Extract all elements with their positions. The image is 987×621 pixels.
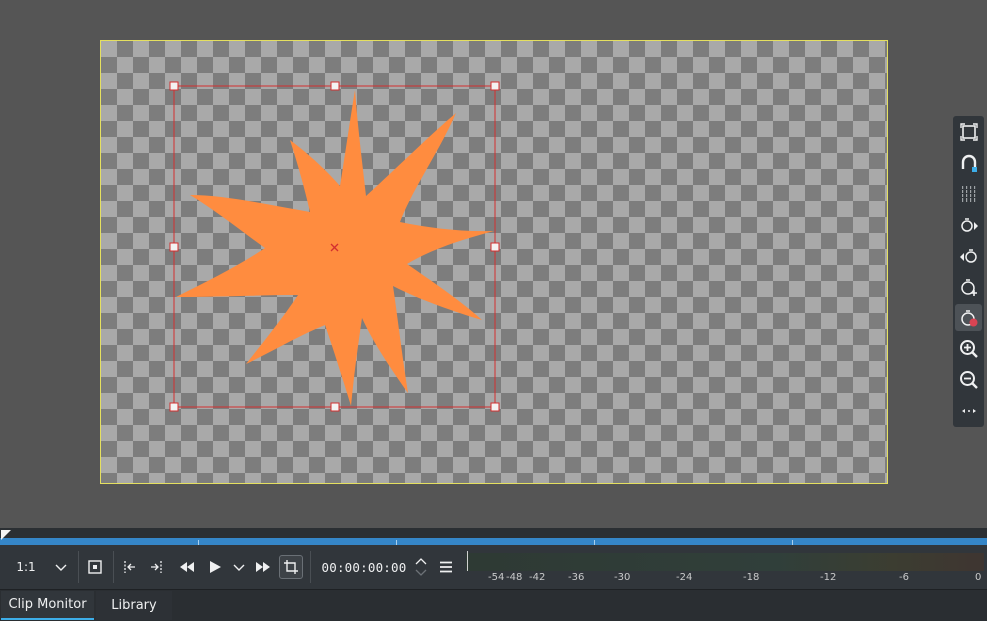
meter-label: -6 (899, 572, 909, 583)
magnet-snap-icon[interactable] (955, 149, 982, 176)
meter-label: -42 (529, 572, 546, 583)
audio-meter-marker (467, 551, 468, 571)
resize-handle-bottom[interactable] (330, 402, 340, 412)
meter-label: 0 (975, 572, 982, 583)
timecode-spinner-icon[interactable] (413, 555, 429, 579)
separator (78, 551, 79, 583)
play-icon[interactable] (206, 557, 224, 577)
dock-tab-bar: Clip Monitor Library (0, 589, 987, 621)
playhead-marker[interactable] (1, 530, 11, 540)
chevron-down-icon[interactable] (52, 557, 70, 577)
ruler-zone-bar[interactable] (0, 538, 987, 545)
timecode-display[interactable]: 00:00:00:00 (320, 557, 408, 577)
audio-meter: -54 -48 -42 -36 -30 -24 -18 -12 -6 0 (466, 550, 984, 584)
resize-handle-top-left[interactable] (169, 81, 179, 91)
meter-label: -54 (488, 572, 505, 583)
resize-handle-bottom-left[interactable] (169, 402, 179, 412)
crop-icon (284, 560, 298, 574)
monitor-side-toolbar (953, 116, 984, 427)
fit-frame-icon[interactable] (955, 118, 982, 145)
audio-meter-bar (466, 553, 984, 571)
play-options-chevron-icon[interactable] (230, 557, 248, 577)
separator (113, 551, 114, 583)
ruler-track[interactable] (0, 528, 987, 538)
remove-keyframe-icon[interactable] (955, 304, 982, 331)
safe-zone-icon[interactable] (86, 557, 104, 577)
transform-overlay[interactable] (0, 0, 987, 528)
monitor-viewport[interactable] (0, 0, 987, 528)
more-options-icon[interactable] (955, 397, 982, 424)
meter-label: -12 (820, 572, 837, 583)
meter-label: -30 (614, 572, 631, 583)
resize-handle-left[interactable] (169, 242, 179, 252)
zoom-out-icon[interactable] (955, 366, 982, 393)
hamburger-menu-icon[interactable] (437, 557, 455, 577)
tab-library[interactable]: Library (96, 591, 172, 620)
zoom-in-icon[interactable] (955, 335, 982, 362)
meter-label: -18 (743, 572, 760, 583)
grid-icon[interactable] (955, 180, 982, 207)
set-zone-in-icon[interactable] (120, 557, 138, 577)
monitor-panel: 1:1 00:00:00:00 -54 -48 -42 -36 -30 -24 … (0, 0, 987, 621)
meter-label: -48 (506, 572, 523, 583)
resize-handle-top-right[interactable] (490, 81, 500, 91)
previous-keyframe-icon[interactable] (955, 242, 982, 269)
separator (310, 551, 311, 583)
forward-icon[interactable] (254, 557, 272, 577)
tab-clip-monitor[interactable]: Clip Monitor (1, 591, 94, 620)
resize-handle-bottom-right[interactable] (490, 402, 500, 412)
meter-label: -36 (568, 572, 585, 583)
next-keyframe-icon[interactable] (955, 211, 982, 238)
set-zone-out-icon[interactable] (148, 557, 166, 577)
resize-handle-top[interactable] (330, 81, 340, 91)
rewind-icon[interactable] (178, 557, 196, 577)
meter-label: -24 (676, 572, 693, 583)
add-keyframe-icon[interactable] (955, 273, 982, 300)
resize-handle-right[interactable] (490, 242, 500, 252)
zoom-ratio-label[interactable]: 1:1 (16, 557, 36, 577)
edit-mode-crop-button[interactable] (279, 555, 303, 579)
